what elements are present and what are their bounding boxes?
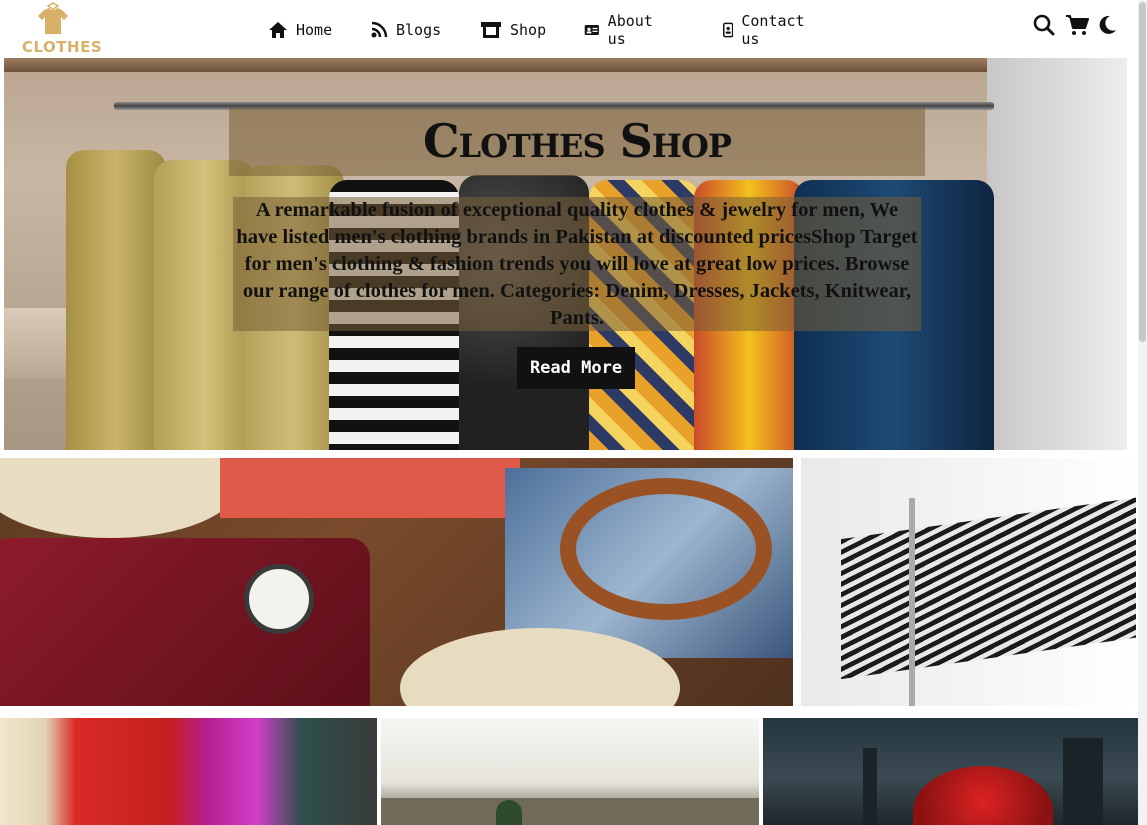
nav-contact[interactable]: Contact us bbox=[723, 12, 808, 48]
gallery-image-city-hoodie[interactable] bbox=[763, 718, 1138, 825]
cart-icon[interactable] bbox=[1065, 14, 1089, 36]
moon-icon[interactable] bbox=[1097, 14, 1119, 36]
pocket-watch bbox=[244, 564, 314, 634]
hero-banner: Clothes Shop A remarkable fusion of exce… bbox=[4, 58, 1127, 450]
red-bag bbox=[0, 538, 370, 706]
page-scrollbar[interactable] bbox=[1138, 0, 1147, 825]
read-more-button[interactable]: Read More bbox=[517, 347, 635, 389]
rss-icon bbox=[371, 21, 388, 38]
hero-title: Clothes Shop bbox=[423, 114, 732, 168]
search-icon[interactable] bbox=[1033, 14, 1055, 36]
scrollbar-thumb[interactable] bbox=[1139, 2, 1146, 342]
logo-text: CLOTHES bbox=[22, 38, 103, 56]
id-card-icon bbox=[584, 25, 599, 35]
nav-blogs[interactable]: Blogs bbox=[370, 18, 441, 42]
gallery-image-accessories[interactable] bbox=[0, 458, 793, 706]
brown-belt bbox=[560, 478, 772, 620]
header-actions bbox=[1033, 14, 1119, 36]
gallery-image-hangers[interactable] bbox=[801, 458, 1136, 706]
gallery-image-landscape[interactable] bbox=[381, 718, 759, 825]
red-hoodie bbox=[913, 766, 1053, 825]
hero-jacket-1 bbox=[66, 150, 166, 450]
site-header: CLOTHES Home Blogs Shop About us Contact… bbox=[0, 0, 1147, 58]
building-right bbox=[1063, 738, 1103, 825]
nav-shop[interactable]: Shop bbox=[480, 18, 546, 42]
nav-shop-label: Shop bbox=[510, 21, 547, 39]
hills bbox=[381, 798, 759, 825]
straw-hat bbox=[0, 458, 240, 538]
hero-description: A remarkable fusion of exceptional quali… bbox=[236, 199, 918, 329]
black-hangers bbox=[841, 496, 1136, 680]
nav-about-label: About us bbox=[607, 12, 653, 48]
nav-home-label: Home bbox=[296, 21, 333, 39]
building bbox=[863, 748, 877, 825]
nav-contact-label: Contact us bbox=[741, 12, 805, 48]
home-icon bbox=[269, 22, 287, 38]
nav-blogs-label: Blogs bbox=[396, 21, 442, 39]
hero-wall bbox=[987, 58, 1127, 450]
rack-pole bbox=[909, 498, 915, 706]
red-scarf bbox=[220, 458, 520, 518]
hero-title-box: Clothes Shop bbox=[229, 108, 925, 176]
contact-badge-icon bbox=[723, 22, 734, 38]
logo[interactable]: CLOTHES bbox=[22, 2, 103, 58]
gallery-image-jackets[interactable] bbox=[0, 718, 377, 825]
store-icon bbox=[481, 22, 501, 38]
tree bbox=[496, 800, 522, 825]
hero-shelf bbox=[4, 58, 1127, 72]
hero-description-box: A remarkable fusion of exceptional quali… bbox=[233, 197, 921, 331]
shirt-logo-icon bbox=[38, 2, 68, 34]
nav-home[interactable]: Home bbox=[268, 18, 332, 42]
nav-about[interactable]: About us bbox=[584, 12, 659, 48]
